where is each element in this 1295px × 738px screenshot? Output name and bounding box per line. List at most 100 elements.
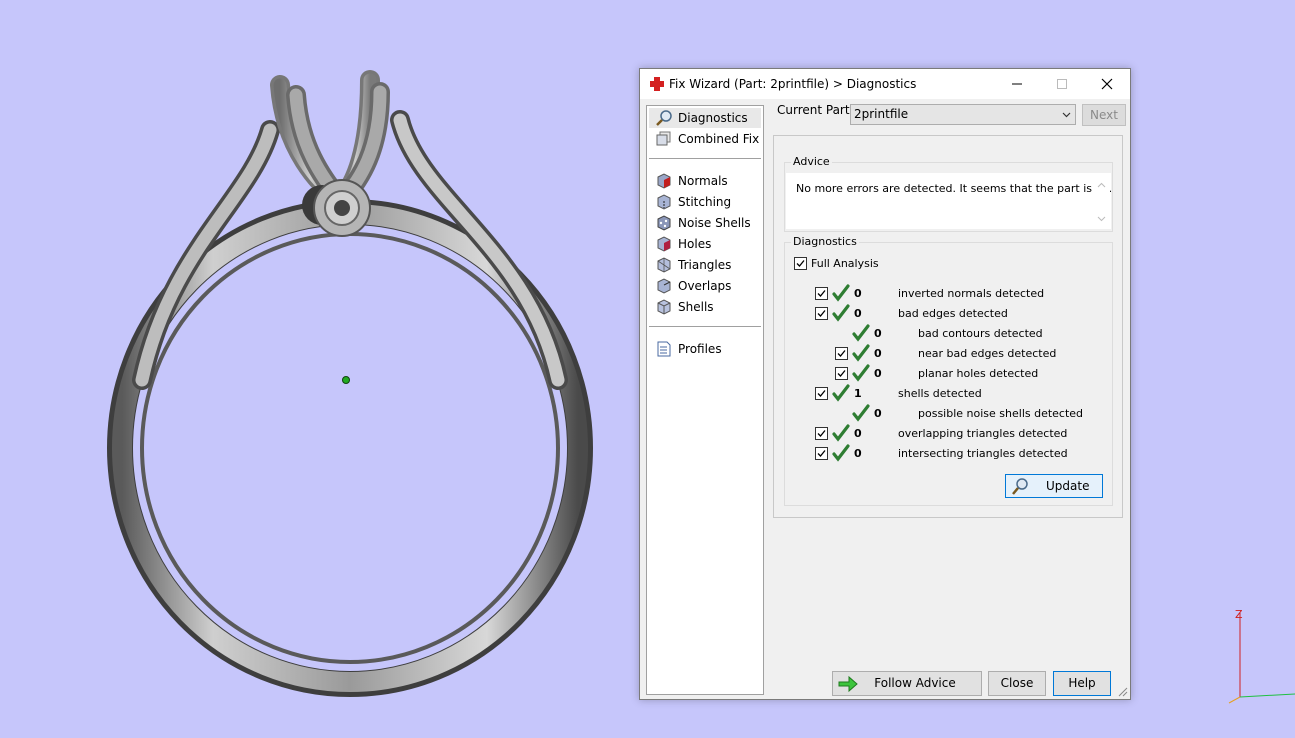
green-check-icon <box>852 404 870 422</box>
advice-title: Advice <box>791 155 832 168</box>
green-check-icon <box>852 324 870 342</box>
magnifier-icon <box>1012 478 1028 495</box>
nav-label: Overlaps <box>678 279 732 293</box>
axis-triad: Z <box>1225 605 1295 708</box>
row-checkbox[interactable] <box>815 287 828 300</box>
nav-label: Profiles <box>678 342 722 356</box>
row-checkbox[interactable] <box>815 307 828 320</box>
green-check-icon <box>832 444 850 462</box>
follow-advice-label: Follow Advice <box>874 676 956 690</box>
current-part-label: Current Part: <box>777 103 854 117</box>
update-button[interactable]: Update <box>1005 474 1103 498</box>
close-window-button[interactable] <box>1084 69 1130 99</box>
nav-label: Stitching <box>678 195 732 209</box>
diag-count: 0 <box>874 407 882 420</box>
full-analysis-label: Full Analysis <box>811 257 879 270</box>
green-check-icon <box>832 384 850 402</box>
nav-item-overlaps[interactable]: Overlaps <box>649 276 761 296</box>
diag-label: inverted normals detected <box>898 287 1045 300</box>
minimize-button[interactable] <box>994 69 1040 99</box>
diag-count: 1 <box>854 387 862 400</box>
maximize-button[interactable] <box>1039 69 1085 99</box>
nav-label: Shells <box>678 300 714 314</box>
title-bar[interactable]: Fix Wizard (Part: 2printfile) > Diagnost… <box>640 69 1130 99</box>
diag-label: intersecting triangles detected <box>898 447 1068 460</box>
dialog-title: Fix Wizard (Part: 2printfile) > Diagnost… <box>669 77 917 91</box>
dotted-cube-icon <box>655 214 673 232</box>
diag-count: 0 <box>854 427 862 440</box>
diag-label: bad edges detected <box>898 307 1008 320</box>
diagnostics-group: Diagnostics Full Analysis 0 inverted nor… <box>784 235 1113 506</box>
nav-item-combined-fix[interactable]: Combined Fix <box>649 129 761 149</box>
green-check-icon <box>832 424 850 442</box>
close-button[interactable]: Close <box>988 671 1046 696</box>
diag-count: 0 <box>854 307 862 320</box>
nav-label: Diagnostics <box>678 111 748 125</box>
diag-count: 0 <box>854 287 862 300</box>
diag-label: overlapping triangles detected <box>898 427 1068 440</box>
diag-label: planar holes detected <box>918 367 1039 380</box>
chevron-down-icon <box>1062 112 1071 118</box>
stitch-cube-icon <box>655 193 673 211</box>
diag-count: 0 <box>874 327 882 340</box>
nav-item-noise-shells[interactable]: Noise Shells <box>649 213 761 233</box>
green-arrow-icon <box>838 675 858 693</box>
hole-cube-icon <box>655 235 673 253</box>
nav-item-holes[interactable]: Holes <box>649 234 761 254</box>
current-part-value: 2printfile <box>854 107 909 121</box>
follow-advice-button[interactable]: Follow Advice <box>832 671 982 696</box>
diag-label: bad contours detected <box>918 327 1043 340</box>
advice-textbox[interactable]: No more errors are detected. It seems th… <box>786 173 1112 229</box>
nav-label: Noise Shells <box>678 216 751 230</box>
help-button[interactable]: Help <box>1053 671 1111 696</box>
nav-item-normals[interactable]: Normals <box>649 171 761 191</box>
diag-label: shells detected <box>898 387 982 400</box>
red-cube-icon <box>655 172 673 190</box>
update-label: Update <box>1046 479 1090 493</box>
ring-model[interactable] <box>0 0 640 738</box>
advice-scrollbar[interactable] <box>1093 174 1110 224</box>
green-check-icon <box>852 364 870 382</box>
diag-label: near bad edges detected <box>918 347 1057 360</box>
nav-item-stitching[interactable]: Stitching <box>649 192 761 212</box>
nav-label: Holes <box>678 237 712 251</box>
nav-label: Combined Fix <box>678 132 760 146</box>
resize-grip-icon[interactable] <box>1118 687 1128 697</box>
wizard-nav: Diagnostics Combined Fix Normals Stitchi… <box>646 105 764 695</box>
nav-item-diagnostics[interactable]: Diagnostics <box>649 108 761 128</box>
shell-cube-icon <box>655 298 673 316</box>
row-checkbox[interactable] <box>835 347 848 360</box>
nav-label: Triangles <box>678 258 732 272</box>
red-cross-icon <box>650 77 664 91</box>
cube-stack-icon <box>655 130 673 148</box>
minimize-icon <box>1012 83 1022 85</box>
fix-wizard-dialog: Fix Wizard (Part: 2printfile) > Diagnost… <box>639 68 1131 700</box>
triangle-cube-icon <box>655 256 673 274</box>
green-check-icon <box>852 344 870 362</box>
nav-item-triangles[interactable]: Triangles <box>649 255 761 275</box>
row-checkbox[interactable] <box>835 367 848 380</box>
green-check-icon <box>832 304 850 322</box>
diag-count: 0 <box>874 367 882 380</box>
nav-divider <box>649 158 761 159</box>
nav-label: Normals <box>678 174 728 188</box>
nav-item-profiles[interactable]: Profiles <box>649 339 761 359</box>
close-icon <box>1101 78 1113 90</box>
row-checkbox[interactable] <box>815 427 828 440</box>
maximize-icon <box>1057 79 1067 89</box>
next-button[interactable]: Next <box>1082 104 1126 126</box>
row-checkbox[interactable] <box>815 447 828 460</box>
overlap-cube-icon <box>655 277 673 295</box>
nav-divider <box>649 326 761 327</box>
full-analysis-checkbox[interactable] <box>794 257 807 270</box>
diag-count: 0 <box>854 447 862 460</box>
green-check-icon <box>832 284 850 302</box>
row-checkbox[interactable] <box>815 387 828 400</box>
diag-label: possible noise shells detected <box>918 407 1084 420</box>
document-icon <box>655 340 673 358</box>
current-part-select[interactable]: 2printfile <box>850 104 1076 125</box>
advice-group: Advice No more errors are detected. It s… <box>784 155 1113 232</box>
diag-count: 0 <box>874 347 882 360</box>
axis-z-label: Z <box>1235 608 1243 621</box>
nav-item-shells[interactable]: Shells <box>649 297 761 317</box>
